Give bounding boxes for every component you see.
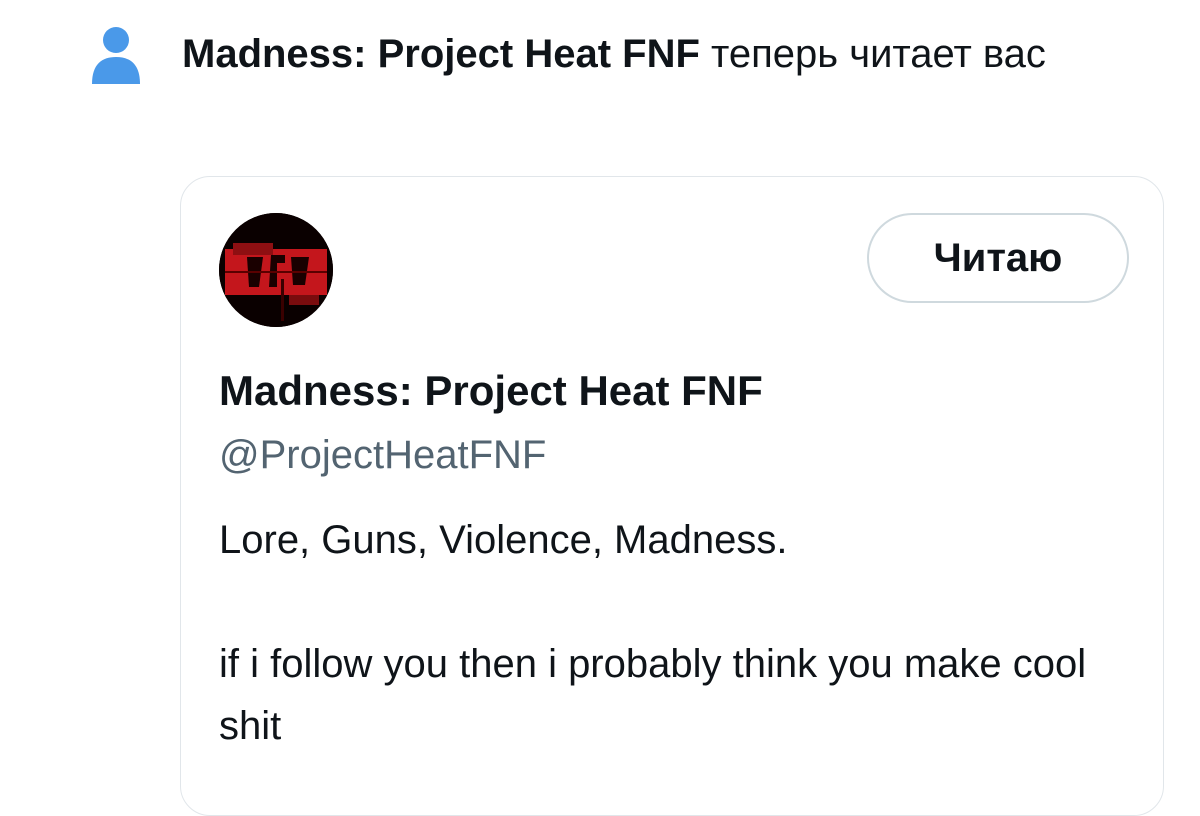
profile-bio: Lore, Guns, Violence, Madness. if i foll… (219, 518, 1087, 748)
profile-display-name[interactable]: Madness: Project Heat FNF (219, 363, 763, 419)
person-icon (90, 26, 142, 84)
user-card[interactable]: Читаю Madness: Project Heat FNF @Project… (180, 176, 1164, 816)
profile-avatar[interactable] (219, 213, 333, 327)
profile-handle[interactable]: @ProjectHeatFNF (219, 429, 546, 481)
following-button[interactable]: Читаю (867, 213, 1129, 303)
notification-account-name[interactable]: Madness: Project Heat FNF (182, 32, 700, 76)
notification-message: теперь читает вас (699, 32, 1046, 76)
notification-text: Madness: Project Heat FNF теперь читает … (182, 22, 1142, 86)
